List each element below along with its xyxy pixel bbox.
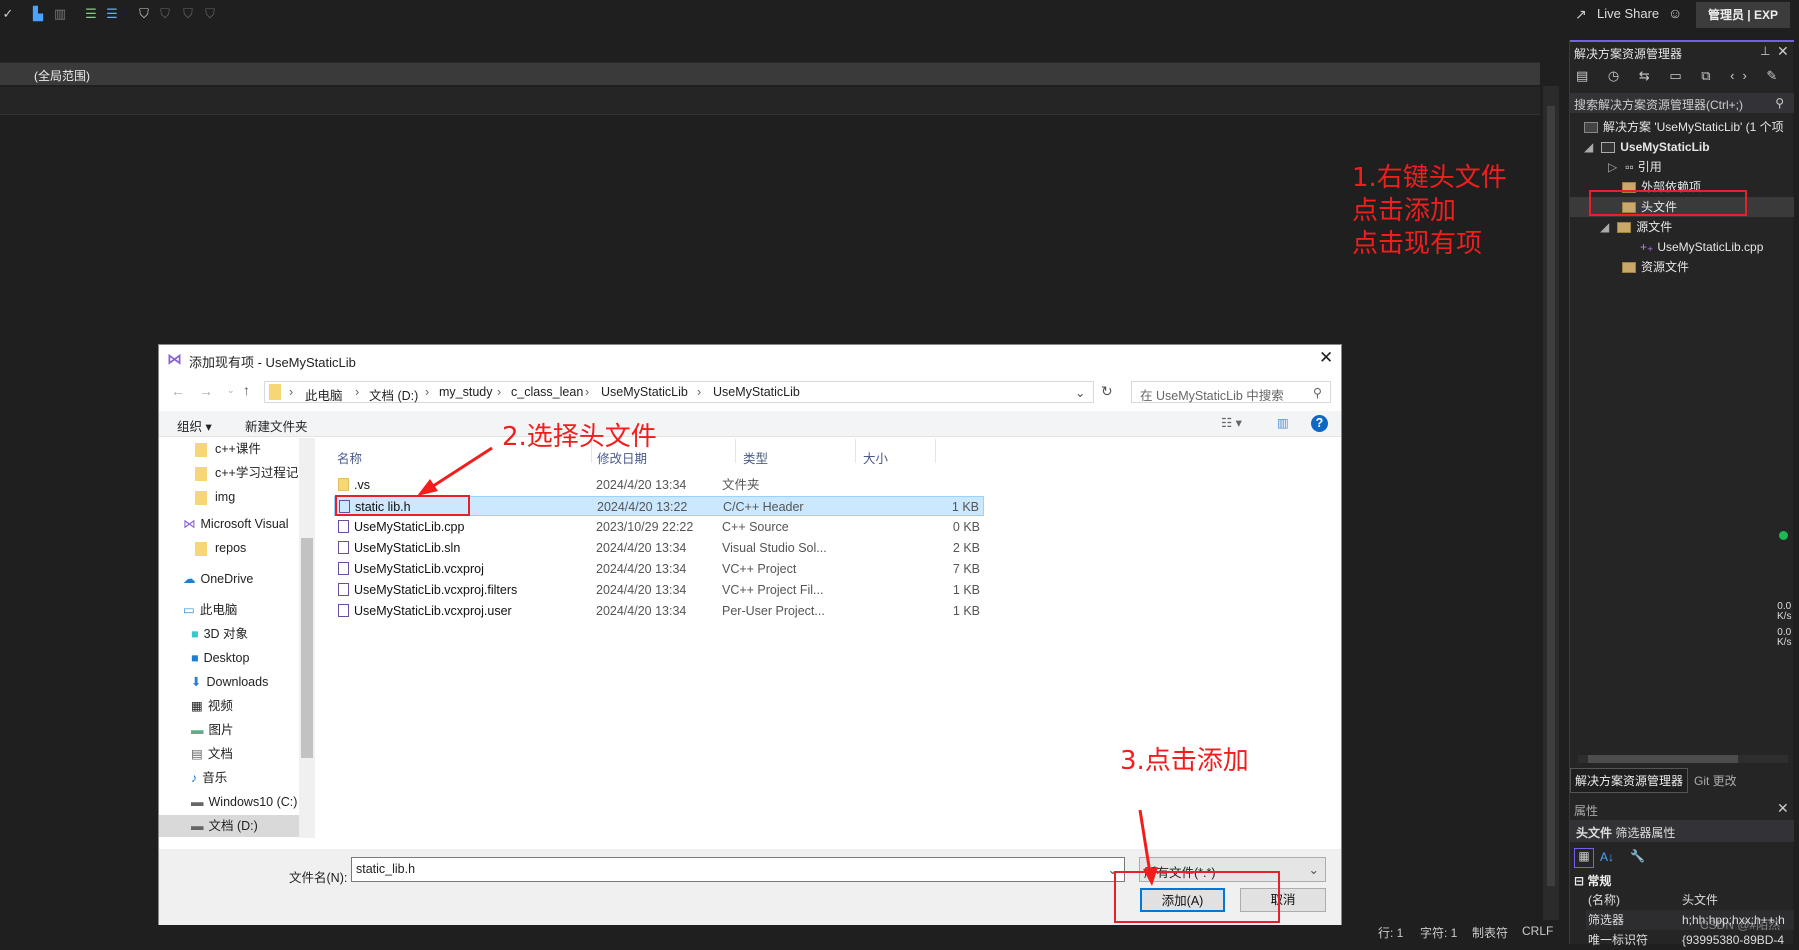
admin-badge[interactable]: 管理员 | EXP bbox=[1696, 2, 1790, 28]
filter-folder-icon bbox=[1617, 222, 1632, 234]
pin-icon[interactable]: ⊥ bbox=[1760, 44, 1770, 58]
status-char: 字符: 1 bbox=[1420, 926, 1458, 940]
status-bar: 行: 1 字符: 1 制表符 CRLF bbox=[1340, 920, 1565, 942]
collapse-icon: ▷ bbox=[1608, 160, 1618, 174]
add-existing-item-dialog: ⋈ 添加现有项 - UseMyStaticLib ✕ ← → ⌄ ↑ › 此电脑… bbox=[158, 344, 1342, 925]
network-down: 0.0 K/s bbox=[1777, 627, 1792, 648]
indent-icon[interactable]: ☰ bbox=[83, 6, 99, 24]
tree-references[interactable]: ▷ ▫▫ 引用 bbox=[1570, 157, 1794, 177]
status-dot bbox=[1779, 531, 1788, 540]
tree-project[interactable]: ◢ UseMyStaticLib bbox=[1570, 137, 1794, 157]
bookmark-clear-icon[interactable]: ⛉ bbox=[202, 6, 218, 24]
project-icon bbox=[1601, 142, 1616, 154]
properties-category[interactable]: ⊟ 常规 bbox=[1574, 872, 1611, 889]
tab-solution-explorer[interactable]: 解决方案资源管理器 bbox=[1570, 768, 1689, 793]
close-icon[interactable]: ✕ bbox=[1777, 800, 1789, 817]
scope-dropdown[interactable]: (全局范围) bbox=[0, 62, 1540, 85]
network-up: 0.0 K/s bbox=[1777, 601, 1792, 622]
live-share-icon: ↗ bbox=[1575, 6, 1587, 22]
solution-explorer-title: 解决方案资源管理器 bbox=[1574, 47, 1683, 61]
editor-nav-bar bbox=[0, 87, 1540, 115]
spellcheck-icon[interactable]: ✓ bbox=[0, 6, 16, 24]
cpp-icon: +₊ bbox=[1640, 240, 1654, 254]
arrow-step2 bbox=[426, 446, 493, 492]
annotation-step1: 1.右键头文件 点击添加 点击现有项 bbox=[1352, 163, 1507, 259]
feedback-icon[interactable]: ☺ bbox=[1668, 5, 1682, 21]
arrowhead-step2 bbox=[417, 479, 438, 496]
horizontal-scrollbar[interactable] bbox=[1578, 755, 1788, 763]
prop-row[interactable]: (名称) 头文件 bbox=[1586, 890, 1794, 910]
outdent-icon[interactable]: ☰ bbox=[104, 6, 120, 24]
scope-label: (全局范围) bbox=[34, 69, 90, 83]
tree-cpp-file[interactable]: +₊ UseMyStaticLib.cpp bbox=[1570, 237, 1794, 257]
tab-git-changes[interactable]: Git 更改 bbox=[1694, 772, 1737, 789]
editor-scrollbar[interactable] bbox=[1543, 86, 1559, 920]
tree-source-files[interactable]: ◢ 源文件 bbox=[1570, 217, 1794, 237]
prop-row[interactable]: 唯一标识符 {93995380-89BD-4 bbox=[1586, 930, 1794, 950]
solution-toolbar: ▤ ◷ ⇆ ▭ ⧉ ‹› ✎ bbox=[1576, 68, 1786, 83]
bookmark-icon[interactable]: ⛉ bbox=[136, 6, 152, 24]
tree-resource-files[interactable]: 资源文件 bbox=[1570, 257, 1794, 277]
solution-explorer: 解决方案资源管理器 ⊥ ✕ ▤ ◷ ⇆ ▭ ⧉ ‹› ✎ 搜索解决方案资源管理器… bbox=[1569, 40, 1794, 947]
expand-icon: ◢ bbox=[1600, 220, 1610, 234]
status-tab[interactable]: 制表符 bbox=[1472, 924, 1508, 941]
search-icon: ⚲ bbox=[1775, 96, 1784, 110]
column-icon[interactable]: ▥ bbox=[52, 6, 68, 24]
properties-object-select[interactable]: 头文件 筛选器属性 bbox=[1570, 820, 1794, 842]
watermark: CSDN @#陌然 bbox=[1700, 918, 1781, 932]
bookmark-next-icon[interactable]: ⛉ bbox=[180, 6, 196, 24]
annotation-arrows bbox=[417, 446, 1158, 886]
close-icon[interactable]: ✕ bbox=[1777, 43, 1789, 60]
status-line: 行: 1 bbox=[1378, 926, 1404, 940]
properties-title: 属性 bbox=[1574, 804, 1599, 818]
solution-search-input[interactable]: 搜索解决方案资源管理器(Ctrl+;) ⚲ bbox=[1570, 93, 1794, 113]
highlight-box bbox=[1589, 190, 1747, 216]
live-share-button[interactable]: Live Share bbox=[1597, 6, 1659, 21]
tree-solution[interactable]: 解决方案 'UseMyStaticLib' (1 个项 bbox=[1570, 117, 1794, 137]
toolbar: ✓ ▙ ▥ ☰ ☰ ⛉ ⛉ ⛉ ⛉ bbox=[0, 0, 1560, 34]
categorized-icon[interactable]: ▦ bbox=[1574, 848, 1594, 868]
expand-icon: ◢ bbox=[1584, 140, 1594, 154]
filter-folder-icon bbox=[1622, 262, 1636, 274]
arrowhead-step3 bbox=[1143, 867, 1158, 886]
cursor-icon[interactable]: ▙ bbox=[30, 6, 46, 24]
status-eol[interactable]: CRLF bbox=[1522, 924, 1553, 938]
arrow-step3 bbox=[1138, 809, 1152, 874]
wrench-icon[interactable]: 🔧 bbox=[1630, 849, 1645, 863]
bookmark-prev-icon[interactable]: ⛉ bbox=[157, 6, 173, 24]
reference-icon: ▫▫ bbox=[1625, 160, 1634, 174]
sort-az-icon[interactable]: A↓ bbox=[1600, 850, 1614, 864]
solution-icon bbox=[1584, 122, 1598, 134]
